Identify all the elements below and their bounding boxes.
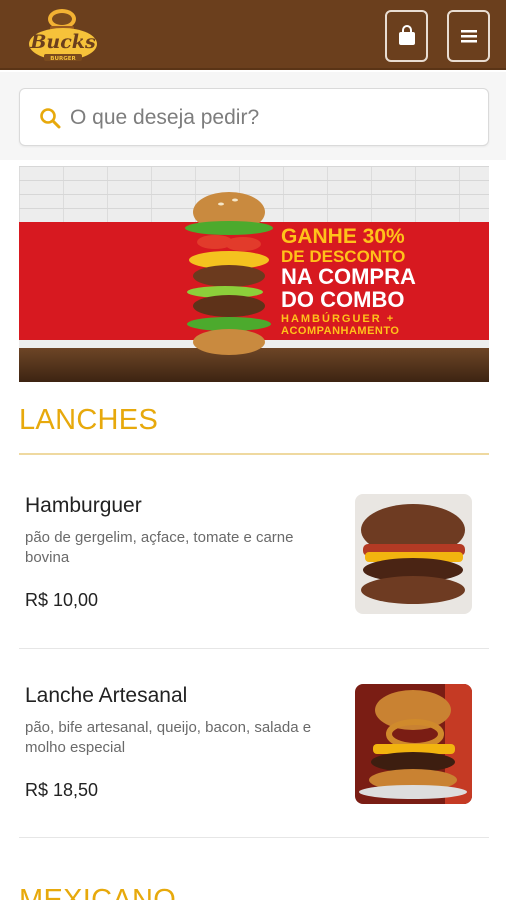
promo-line-3: NA COMPRA (281, 264, 416, 289)
promo-line-6: ACOMPANHAMENTO (281, 325, 400, 337)
promo-line-2: DE DESCONTO (281, 247, 406, 266)
bucks-burger-logo[interactable]: Bucks BURGER (24, 4, 102, 64)
product-image-hamburguer (355, 494, 472, 614)
product-description: pão de gergelim, açface, tomate e carne … (25, 529, 294, 566)
search-area (0, 72, 506, 160)
product-card-lanche-artesanal[interactable]: Lanche Artesanal pão, bife artesanal, qu… (19, 664, 489, 852)
product-price: R$ 10,00 (25, 590, 99, 610)
promo-line-5: HAMBÚRGUER + (281, 313, 396, 325)
promo-line-4: DO COMBO (281, 287, 405, 312)
logo-subtext: BURGER (50, 56, 76, 62)
logo-text: Bucks (29, 31, 96, 53)
product-price: R$ 18,50 (25, 780, 99, 800)
section-title-lanches: LANCHES (19, 404, 159, 436)
search-icon (40, 108, 61, 129)
promo-text: GANHE 30% DE DESCONTO NA COMPRA DO COMBO… (281, 226, 489, 337)
cart-button[interactable] (385, 10, 428, 62)
stacked-burger-image (185, 192, 273, 355)
product-description: pão, bife artesanal, queijo, bacon, sala… (25, 719, 312, 756)
product-divider (19, 837, 489, 838)
product-name: Hamburguer (25, 494, 142, 517)
product-divider (19, 648, 489, 649)
product-card-hamburguer[interactable]: Hamburguer pão de gergelim, açface, toma… (19, 474, 489, 662)
app-header: Bucks BURGER (0, 0, 506, 70)
promo-line-1: GANHE 30% (281, 225, 405, 248)
promo-banner[interactable]: GANHE 30% DE DESCONTO NA COMPRA DO COMBO… (19, 166, 489, 382)
section-divider (19, 453, 489, 455)
search-input[interactable] (70, 99, 470, 137)
product-name: Lanche Artesanal (25, 684, 188, 707)
product-image-lanche-artesanal (355, 684, 472, 804)
section-title-mexicano: MEXICANO (19, 884, 177, 900)
search-box[interactable] (19, 88, 489, 146)
shopping-bag-icon (398, 25, 415, 45)
menu-button[interactable] (447, 10, 490, 62)
hamburger-menu-icon (460, 30, 477, 43)
